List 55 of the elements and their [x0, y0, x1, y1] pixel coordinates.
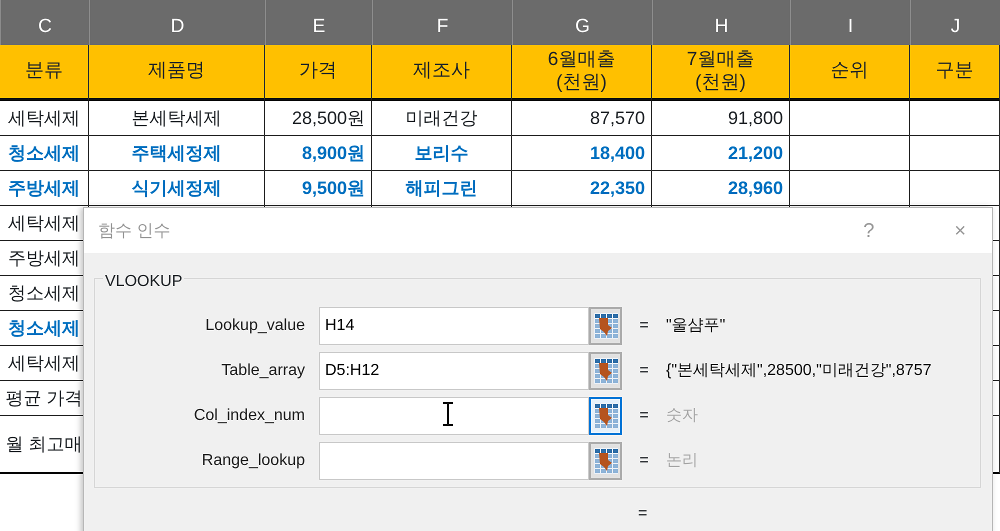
range-select-button[interactable] [589, 442, 622, 480]
range-select-icon [594, 448, 618, 474]
argument-input-field[interactable] [319, 442, 589, 480]
argument-input-field[interactable]: H14 [319, 306, 589, 344]
argument-label: Range_lookup [200, 450, 306, 470]
table-cell: 식기세정제 [89, 171, 265, 206]
header-cell: 분류 [0, 45, 89, 101]
header-cell: 제조사 [372, 45, 512, 101]
range-select-button[interactable] [589, 352, 622, 390]
table-cell: 18,400 [512, 136, 652, 171]
text-cursor-icon [442, 402, 454, 426]
table-cell: 22,350 [512, 171, 652, 206]
table-cell: 28,960 [652, 171, 790, 206]
table-cell: 주택세정제 [89, 136, 265, 171]
help-button[interactable]: ? [859, 220, 878, 240]
table-cell: 87,570 [512, 101, 652, 136]
equals-sign: = [638, 406, 650, 426]
table-cell: 청소세제 [0, 136, 89, 171]
argument-label: Lookup_value [204, 316, 306, 336]
equals-sign: = [638, 316, 650, 336]
range-select-button[interactable] [589, 306, 622, 344]
header-cell: 가격 [265, 45, 372, 101]
dialog-title: 함수 인수 [98, 220, 171, 242]
table-cell: 미래건강 [372, 101, 512, 136]
range-select-button[interactable] [589, 396, 622, 434]
argument-input-field[interactable] [319, 396, 589, 434]
equals-sign: = [638, 360, 650, 380]
argument-label: Table_array [220, 360, 306, 380]
table-cell: 8,900원 [265, 136, 372, 171]
argument-result: 논리 [666, 450, 698, 470]
argument-input-field[interactable]: D5:H12 [319, 352, 589, 390]
table-cell: 주방세제 [0, 171, 89, 206]
table-cell: 28,500원 [265, 101, 372, 136]
argument-result: {"본세탁세제",28500,"미래건강",8757 [666, 360, 932, 380]
header-cell: 7월매출 (천원) [652, 45, 790, 101]
table-cell: 보리수 [372, 136, 512, 171]
range-select-icon [594, 358, 618, 384]
argument-label: Col_index_num [192, 406, 306, 426]
close-button[interactable]: × [950, 220, 970, 240]
header-cell: 제품명 [89, 45, 265, 101]
table-cell: 9,500원 [265, 171, 372, 206]
argument-result: 숫자 [666, 406, 698, 426]
equals-sign: = [638, 450, 650, 470]
table-cell: 세탁세제 [0, 101, 89, 136]
table-cell: 21,200 [652, 136, 790, 171]
formula-result: = [638, 504, 648, 524]
table-cell: 본세탁세제 [89, 101, 265, 136]
table-cell: 해피그린 [372, 171, 512, 206]
header-cell: 6월매출 (천원) [512, 45, 652, 101]
table-cell: 91,800 [652, 101, 790, 136]
range-select-icon [594, 312, 618, 338]
argument-result: "울샴푸" [666, 316, 726, 336]
header-cell: 순위 [790, 45, 910, 101]
range-select-icon [594, 402, 618, 428]
header-cell: 구분 [910, 45, 1000, 101]
